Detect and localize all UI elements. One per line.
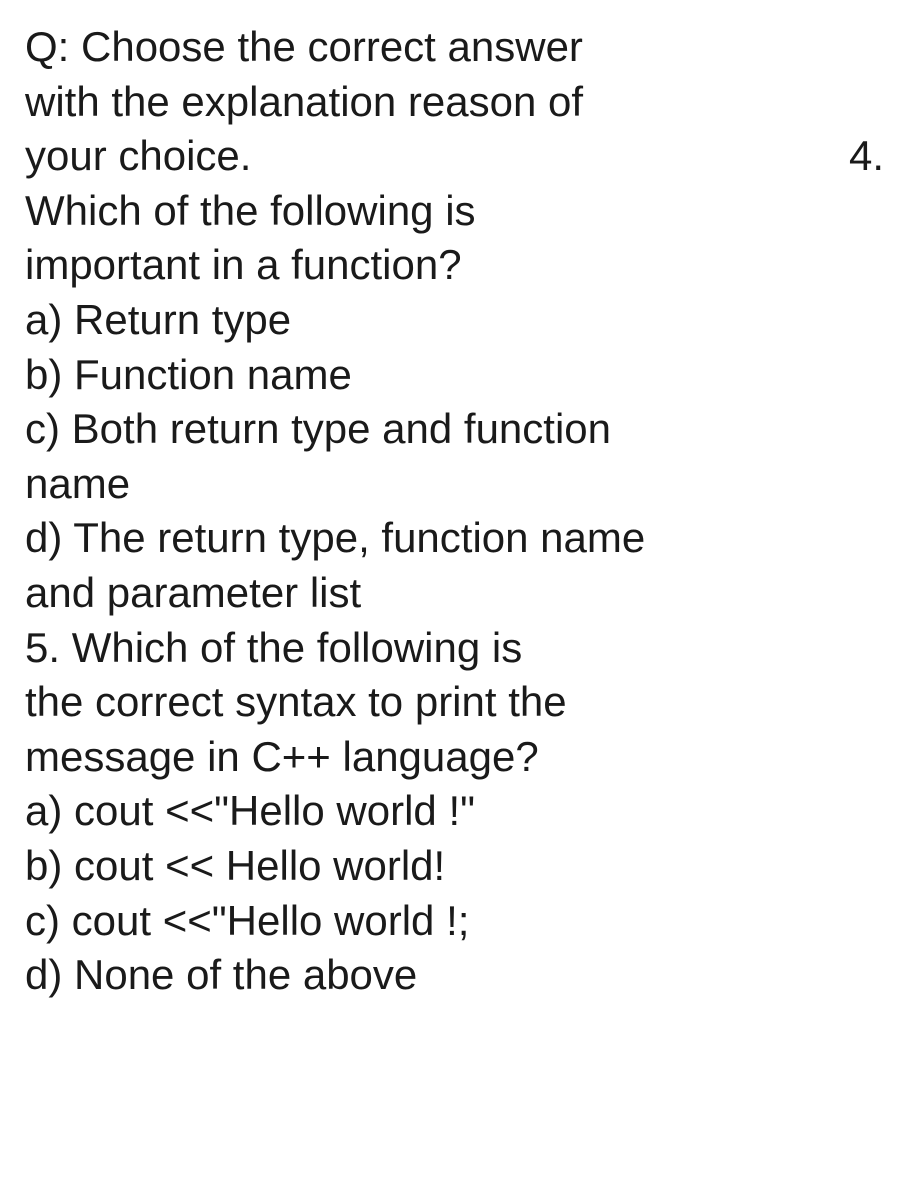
q5-prompt: 5. Which of the following is xyxy=(25,621,884,676)
q4-option-b: b) Function name xyxy=(25,348,884,403)
intro-line-with-number: your choice. 4. xyxy=(25,129,884,184)
q5-option-a: a) cout <<"Hello world !" xyxy=(25,784,884,839)
q4-option-c: c) Both return type and function xyxy=(25,402,884,457)
q5-option-d: d) None of the above xyxy=(25,948,884,1003)
q4-option-a: a) Return type xyxy=(25,293,884,348)
q4-option-c: name xyxy=(25,457,884,512)
intro-text: your choice. xyxy=(25,129,251,184)
q4-prompt: important in a function? xyxy=(25,238,884,293)
q4-option-d: d) The return type, function name xyxy=(25,511,884,566)
q5-prompt: the correct syntax to print the xyxy=(25,675,884,730)
q5-option-c: c) cout <<"Hello world !; xyxy=(25,894,884,949)
q5-option-b: b) cout << Hello world! xyxy=(25,839,884,894)
q5-prompt: message in C++ language? xyxy=(25,730,884,785)
intro-line: with the explanation reason of xyxy=(25,75,884,130)
q4-option-d: and parameter list xyxy=(25,566,884,621)
question-number: 4. xyxy=(849,129,884,184)
question-document: Q: Choose the correct answer with the ex… xyxy=(25,20,884,1003)
q4-prompt: Which of the following is xyxy=(25,184,884,239)
intro-line: Q: Choose the correct answer xyxy=(25,20,884,75)
